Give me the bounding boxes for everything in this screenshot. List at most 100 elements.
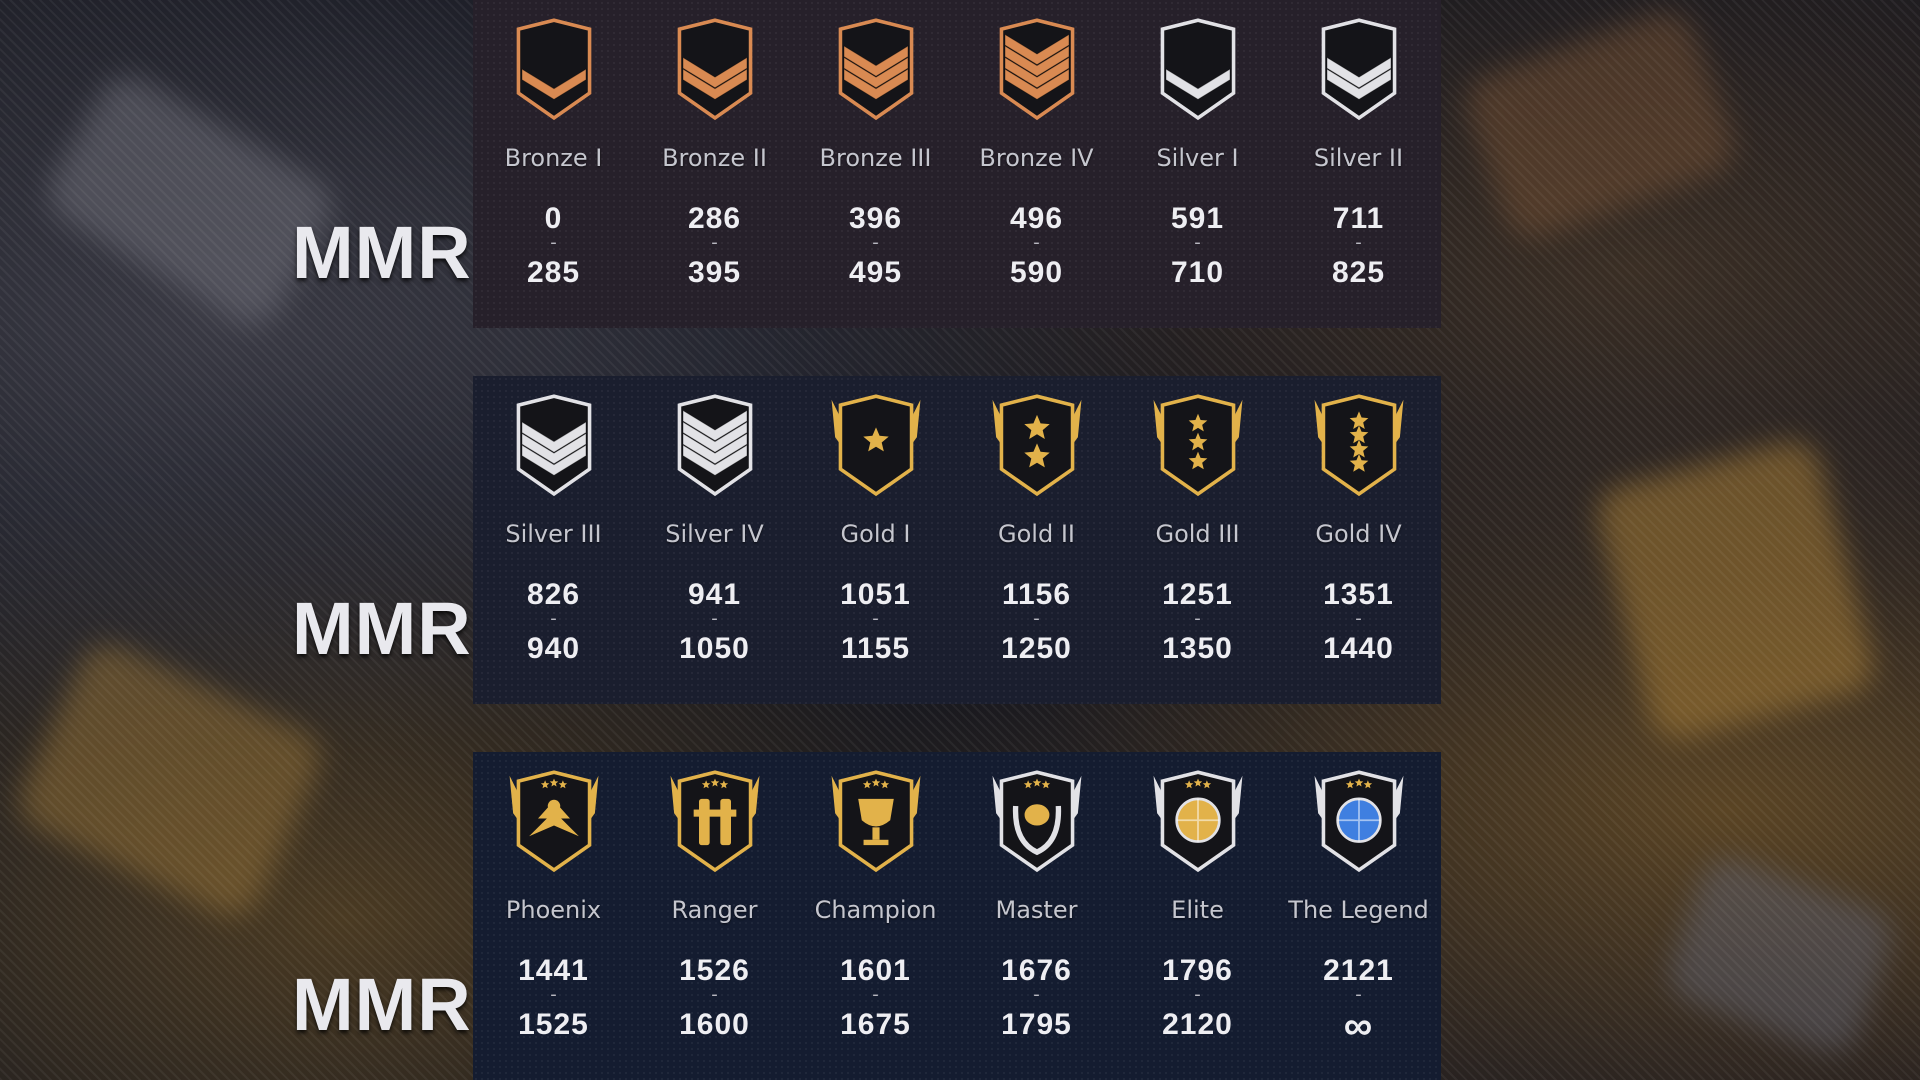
rank-card-gold-ii: Gold II 1156- 1250	[956, 376, 1117, 704]
rank-name: Silver IV	[665, 520, 764, 548]
rank-name: Bronze IV	[979, 144, 1094, 172]
range-separator: -	[1033, 608, 1040, 629]
rank-card-bronze-i: Bronze I 0- 285	[473, 0, 634, 328]
mmr-min: 496	[1009, 202, 1064, 235]
master-laurel-icon	[989, 764, 1085, 880]
rank-card-elite: Elite 1796- 2120	[1117, 752, 1278, 1080]
rank-name: The Legend	[1288, 896, 1429, 924]
rank-card-master: Master 1676- 1795	[956, 752, 1117, 1080]
range-separator: -	[1355, 984, 1362, 1005]
mmr-max: 1600	[679, 1008, 750, 1041]
mmr-max: 1155	[840, 632, 911, 665]
mmr-min: 1796	[1162, 954, 1233, 987]
rank-card-silver-iii: Silver III 826- 940	[473, 376, 634, 704]
rank-card-silver-ii: Silver II 711- 825	[1278, 0, 1439, 328]
rank-card-silver-iv: Silver IV 941- 1050	[634, 376, 795, 704]
rank-name: Bronze II	[662, 144, 767, 172]
ranger-emblem-icon	[667, 764, 763, 880]
gold-star-1-icon	[828, 388, 924, 504]
mmr-label-row-1: MMR:	[292, 211, 498, 294]
mmr-min: 286	[687, 202, 742, 235]
rank-panel-elite: Phoenix 1441-1525 Ranger 1526-1600 Champion 1…	[473, 752, 1441, 1080]
mmr-min: 1251	[1162, 578, 1233, 611]
rank-name: Phoenix	[505, 896, 602, 924]
gold-star-2-icon	[989, 388, 1085, 504]
range-separator: -	[1194, 984, 1201, 1005]
mmr-max: 1250	[1001, 632, 1072, 665]
rank-card-champion: Champion 1601- 1675	[795, 752, 956, 1080]
mmr-max: 495	[848, 256, 903, 289]
silver-chevron-2-icon	[1311, 12, 1407, 128]
mmr-max: ∞	[1343, 1004, 1374, 1048]
mmr-max: 1795	[1001, 1008, 1072, 1041]
range-separator: -	[1355, 232, 1362, 253]
rank-card-gold-iii: Gold III 1251- 1350	[1117, 376, 1278, 704]
rank-name: Silver III	[505, 520, 602, 548]
range-separator: -	[550, 232, 557, 253]
mmr-min: 826	[526, 578, 581, 611]
mmr-min: 711	[1332, 202, 1385, 235]
mmr-min: 1441	[518, 954, 589, 987]
rank-name: Silver II	[1313, 144, 1404, 172]
mmr-min: 1156	[1001, 578, 1072, 611]
rank-card-bronze-ii: Bronze II 286- 395	[634, 0, 795, 328]
mmr-min: 1676	[1001, 954, 1072, 987]
mmr-min: 396	[848, 202, 903, 235]
mmr-max: 940	[526, 632, 581, 665]
elite-globe-icon	[1150, 764, 1246, 880]
champion-trophy-icon	[828, 764, 924, 880]
range-separator: -	[1033, 984, 1040, 1005]
mmr-min: 1526	[679, 954, 750, 987]
mmr-max: 395	[687, 256, 742, 289]
mmr-min: 1051	[840, 578, 911, 611]
gold-star-4-icon	[1311, 388, 1407, 504]
mmr-max: 1440	[1323, 632, 1394, 665]
rank-card-gold-iv: Gold IV 1351- 1440	[1278, 376, 1439, 704]
mmr-max: 2120	[1162, 1008, 1233, 1041]
mmr-max: 710	[1170, 256, 1225, 289]
rank-name: Elite	[1171, 896, 1224, 924]
silver-chevron-1-icon	[1150, 12, 1246, 128]
rank-name: Bronze I	[504, 144, 603, 172]
range-separator: -	[1194, 232, 1201, 253]
range-separator: -	[550, 984, 557, 1005]
range-separator: -	[1194, 608, 1201, 629]
bronze-chevron-2-icon	[667, 12, 763, 128]
rank-card-the-legend: The Legend 2121- ∞	[1278, 752, 1439, 1080]
range-separator: -	[711, 608, 718, 629]
bronze-chevron-4-icon	[989, 12, 1085, 128]
rank-card-bronze-iii: Bronze III 396- 495	[795, 0, 956, 328]
range-separator: -	[872, 984, 879, 1005]
rank-name: Master	[995, 896, 1078, 924]
bronze-chevron-1-icon	[506, 12, 602, 128]
range-separator: -	[872, 608, 879, 629]
silver-chevron-4-icon	[667, 388, 763, 504]
mmr-max: 1350	[1162, 632, 1233, 665]
rank-card-gold-i: Gold I 1051- 1155	[795, 376, 956, 704]
mmr-min: 941	[687, 578, 742, 611]
range-separator: -	[1355, 608, 1362, 629]
range-separator: -	[550, 608, 557, 629]
mmr-max: 590	[1009, 256, 1064, 289]
rank-card-phoenix: Phoenix 1441- 1525	[473, 752, 634, 1080]
mmr-max: 825	[1331, 256, 1386, 289]
range-separator: -	[711, 984, 718, 1005]
rank-panel-silver-gold: Silver III 826-940 Silver IV 941-1050 Gold I…	[473, 376, 1441, 704]
rank-name: Bronze III	[819, 144, 932, 172]
gold-star-3-icon	[1150, 388, 1246, 504]
mmr-min: 591	[1170, 202, 1225, 235]
mmr-max: 1050	[679, 632, 750, 665]
rank-card-silver-i: Silver I 591- 710	[1117, 0, 1278, 328]
range-separator: -	[872, 232, 879, 253]
bronze-chevron-3-icon	[828, 12, 924, 128]
rank-card-ranger: Ranger 1526- 1600	[634, 752, 795, 1080]
rank-card-bronze-iv: Bronze IV 496- 590	[956, 0, 1117, 328]
rank-name: Champion	[814, 896, 937, 924]
mmr-max: 285	[526, 256, 581, 289]
legend-globe-icon	[1311, 764, 1407, 880]
mmr-label-row-2: MMR:	[292, 587, 498, 670]
silver-chevron-3-icon	[506, 388, 602, 504]
mmr-min: 0	[544, 202, 563, 235]
rank-name: Gold II	[998, 520, 1075, 548]
rank-name: Gold III	[1155, 520, 1240, 548]
